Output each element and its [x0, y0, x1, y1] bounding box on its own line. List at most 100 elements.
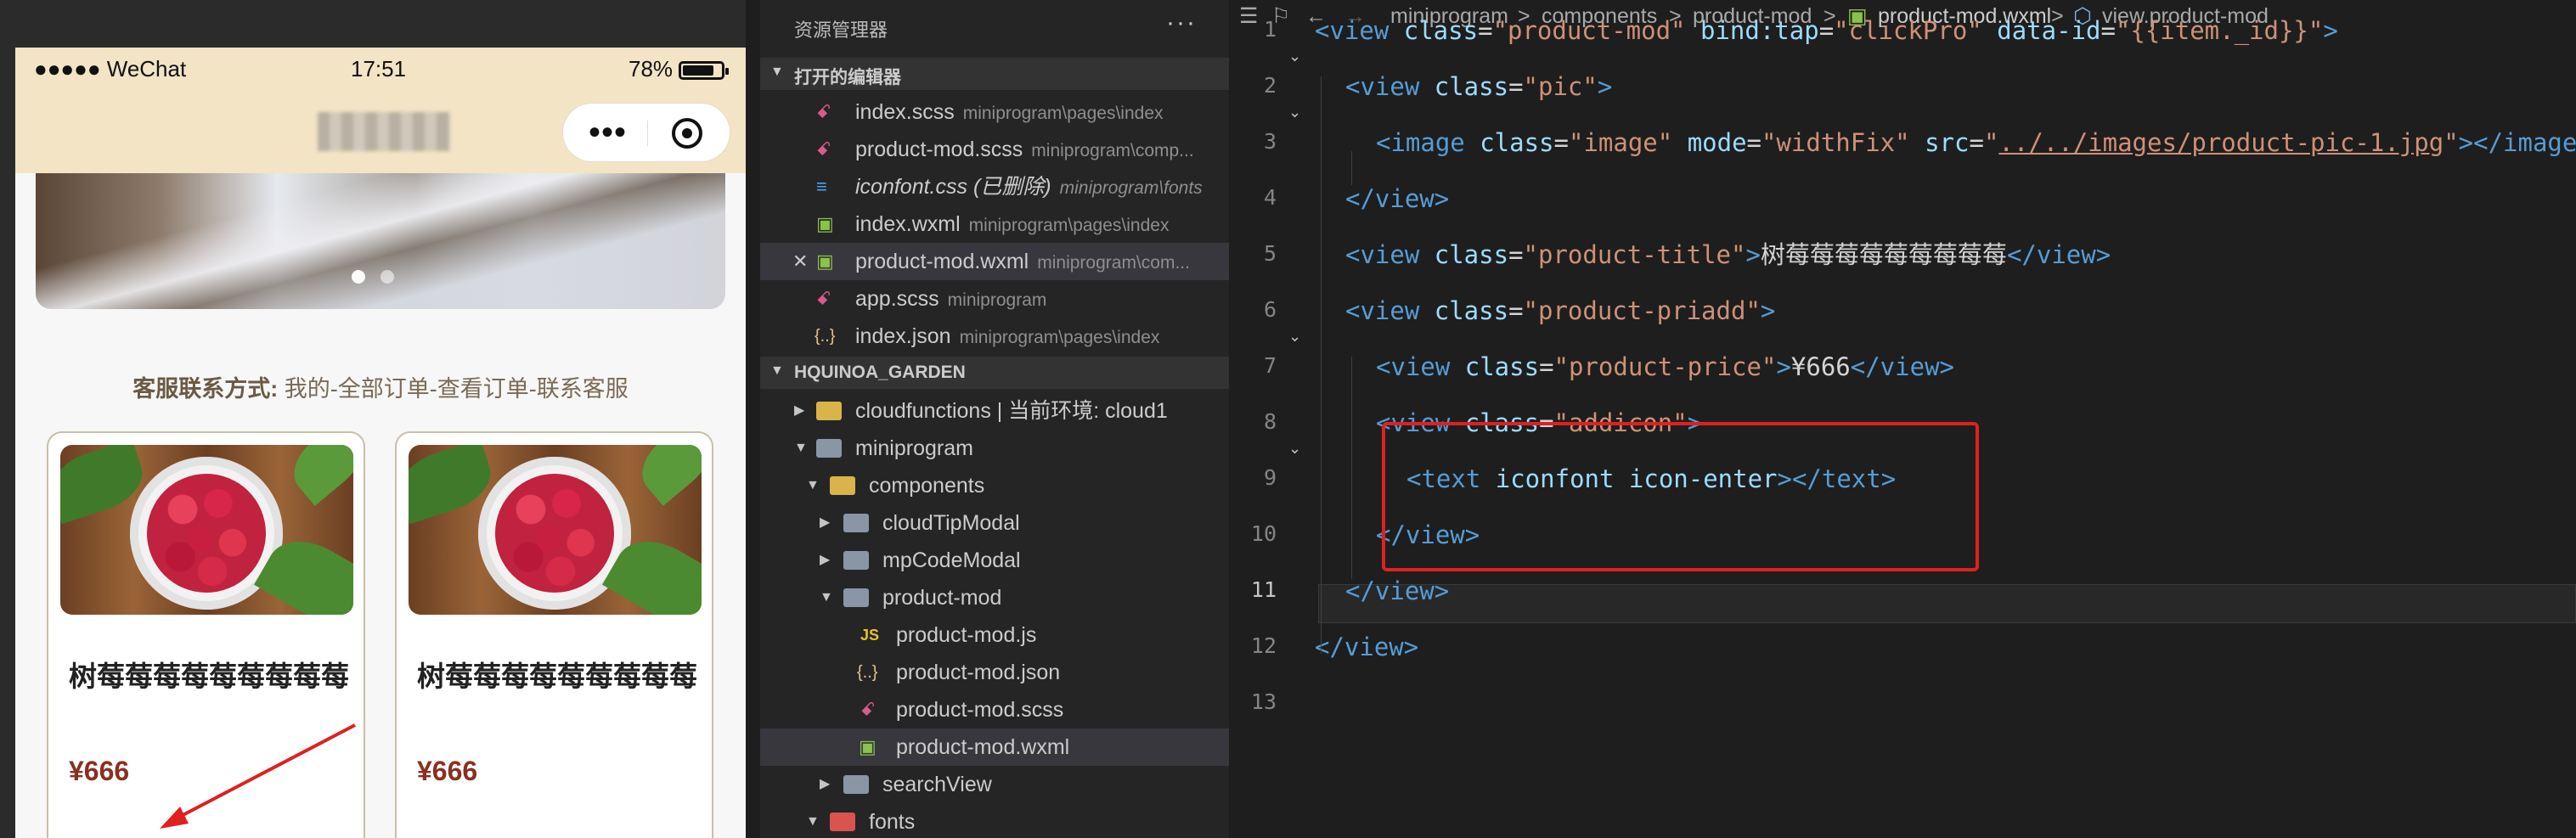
code-token: =	[1746, 128, 1761, 157]
product-card[interactable]: 树莓莓莓莓莓莓莓莓莓 ¥666	[395, 431, 713, 838]
file-path: miniprogram\pages\index	[968, 216, 1170, 235]
open-editor-item[interactable]: ▣ index.wxml miniprogram\pages\index	[760, 205, 1229, 243]
line-number: 6	[1263, 297, 1277, 322]
code-token: </view>	[2006, 240, 2111, 269]
code-line[interactable]: <view class="product-priadd">	[1345, 292, 1775, 329]
open-editor-item[interactable]: ꗃ product-mod.scss miniprogram\comp...	[760, 131, 1229, 168]
code-token: "pic"	[1523, 72, 1598, 101]
banner-dot-active[interactable]	[352, 270, 365, 284]
code-line[interactable]: </view>	[1315, 628, 1418, 666]
line-number: 5	[1263, 241, 1277, 266]
tree-folder-cloudfunctions[interactable]: ▶ cloudfunctions | 当前环境: cloud1	[760, 392, 1229, 430]
code-token: >	[1745, 240, 1761, 269]
tree-file[interactable]: ꗃ product-mod.scss	[760, 691, 1229, 728]
fold-chevron-icon[interactable]: ⌄	[1288, 104, 1301, 121]
indent-guide	[1321, 76, 1322, 654]
fold-chevron-icon[interactable]: ⌄	[1288, 48, 1301, 65]
code-line[interactable]: <view class="product-mod" bind:tap="clic…	[1315, 12, 2338, 49]
code-token: data-id	[1997, 16, 2101, 45]
banner-image[interactable]	[36, 173, 725, 309]
code-token: >	[1760, 296, 1776, 325]
code-token: "{{item._id}}"	[2115, 16, 2324, 45]
fold-chevron-icon[interactable]: ⌄	[1288, 440, 1301, 458]
blurred-page-title	[318, 112, 450, 151]
line-number: 1	[1263, 17, 1277, 42]
code-line[interactable]: <view class="pic">	[1345, 68, 1612, 105]
open-editor-item[interactable]: ≡ iconfont.css (已删除) miniprogram\fonts	[760, 168, 1229, 205]
chevron-down-icon: ▼	[770, 363, 784, 378]
code-line[interactable]: </view>	[1345, 572, 1449, 610]
close-icon[interactable]: ✕	[792, 243, 808, 280]
chevron-down-icon: ▼	[806, 478, 820, 492]
service-text: 我的-全部订单-查看订单-联系客服	[278, 376, 628, 402]
tree-folder-mpcodemodal[interactable]: ▶ mpCodeModal	[760, 542, 1229, 579]
tree-label: fonts	[869, 810, 916, 834]
open-editor-item[interactable]: {..} index.json miniprogram\pages\index	[760, 318, 1229, 355]
open-editor-item-active[interactable]: ✕ ▣ product-mod.wxml miniprogram\com...	[760, 243, 1229, 280]
current-line-highlight	[1318, 584, 2576, 623]
line-number: 3	[1263, 129, 1277, 154]
chevron-right-icon: ▶	[794, 403, 805, 418]
code-editor[interactable]: ☰ ⚐ ← → miniprogram > components > produ…	[1229, 0, 2576, 838]
explorer-sidebar: 资源管理器 ··· ▼ 打开的编辑器 ꗃ index.scss miniprogr…	[760, 0, 1229, 838]
tree-file-active[interactable]: ▣ product-mod.wxml	[760, 728, 1229, 766]
navigation-bar: •••	[15, 92, 746, 173]
menu-capsule: •••	[562, 103, 730, 162]
tree-file[interactable]: {..} product-mod.json	[760, 654, 1229, 691]
folder-open-icon	[816, 439, 842, 458]
code-token: "clickPro"	[1834, 16, 1982, 45]
code-token: 树莓莓莓莓莓莓莓莓莓	[1760, 240, 2007, 269]
code-token: =	[1478, 16, 1493, 45]
indent-guide	[1351, 357, 1352, 579]
line-number: 4	[1263, 185, 1277, 210]
tree-label: product-mod	[882, 586, 1002, 610]
code-token: <view	[1345, 240, 1435, 269]
code-token: class	[1403, 16, 1479, 45]
code-token: class	[1464, 352, 1540, 381]
chevron-right-icon: ▶	[820, 515, 831, 530]
folder-icon	[843, 551, 869, 570]
code-token: class	[1434, 72, 1509, 101]
service-label: 客服联系方式:	[132, 376, 279, 402]
code-token: src	[1925, 128, 1970, 157]
scss-icon: ꗃ	[816, 138, 831, 160]
tree-folder-searchview[interactable]: ▶ searchView	[760, 766, 1229, 803]
code-line[interactable]: </view>	[1345, 180, 1449, 217]
tree-folder-cloudtipmodal[interactable]: ▶ cloudTipModal	[760, 504, 1229, 542]
code-token: =	[1553, 128, 1569, 157]
folder-open-icon	[843, 588, 869, 607]
product-title: 树莓莓莓莓莓莓莓莓莓	[417, 661, 697, 692]
chevron-down-icon: ▼	[794, 441, 808, 455]
code-token: bind:tap	[1700, 16, 1819, 45]
tree-folder-miniprogram[interactable]: ▼ miniprogram	[760, 430, 1229, 467]
open-editor-item[interactable]: ꗃ index.scss miniprogram\pages\index	[760, 93, 1229, 131]
code-line[interactable]: <view class="product-price">¥666</view>	[1376, 348, 1954, 385]
close-target-icon[interactable]	[672, 118, 702, 149]
code-token: =	[2100, 16, 2116, 45]
folder-open-icon	[830, 813, 855, 831]
line-number: 10	[1250, 521, 1277, 546]
tree-folder-components[interactable]: ▼ components	[760, 467, 1229, 504]
fold-chevron-icon[interactable]: ⌄	[1288, 328, 1301, 346]
code-token: "product-price"	[1553, 352, 1777, 381]
scss-icon: ꗃ	[816, 288, 831, 309]
project-header[interactable]: ▼ HQUINOA_GARDEN	[760, 357, 1229, 389]
code-token: </view>	[1315, 633, 1419, 661]
red-highlight-annotation	[1382, 422, 1979, 571]
open-editors-header[interactable]: ▼ 打开的编辑器	[760, 58, 1229, 90]
more-actions-icon[interactable]: ···	[1166, 8, 1197, 37]
scss-icon: ꗃ	[816, 101, 831, 122]
more-dots-icon[interactable]: •••	[589, 112, 627, 153]
file-name: index.wxml	[855, 212, 961, 236]
banner-dot[interactable]	[380, 270, 394, 284]
tree-label: cloudTipModal	[882, 511, 1020, 535]
open-editor-item[interactable]: ꗃ app.scss miniprogram	[760, 280, 1229, 318]
tree-folder-product-mod[interactable]: ▼ product-mod	[760, 579, 1229, 616]
code-line[interactable]: <image class="image" mode="widthFix" src…	[1376, 124, 2576, 161]
capsule-divider	[647, 121, 648, 146]
code-line[interactable]: <view class="product-title">树莓莓莓莓莓莓莓莓莓</…	[1345, 236, 2111, 273]
tree-file[interactable]: JS product-mod.js	[760, 616, 1229, 654]
code-token: ¥666	[1790, 352, 1851, 381]
tree-folder-fonts[interactable]: ▼ fonts	[760, 803, 1229, 838]
tree-label: product-mod.wxml	[896, 735, 1070, 759]
